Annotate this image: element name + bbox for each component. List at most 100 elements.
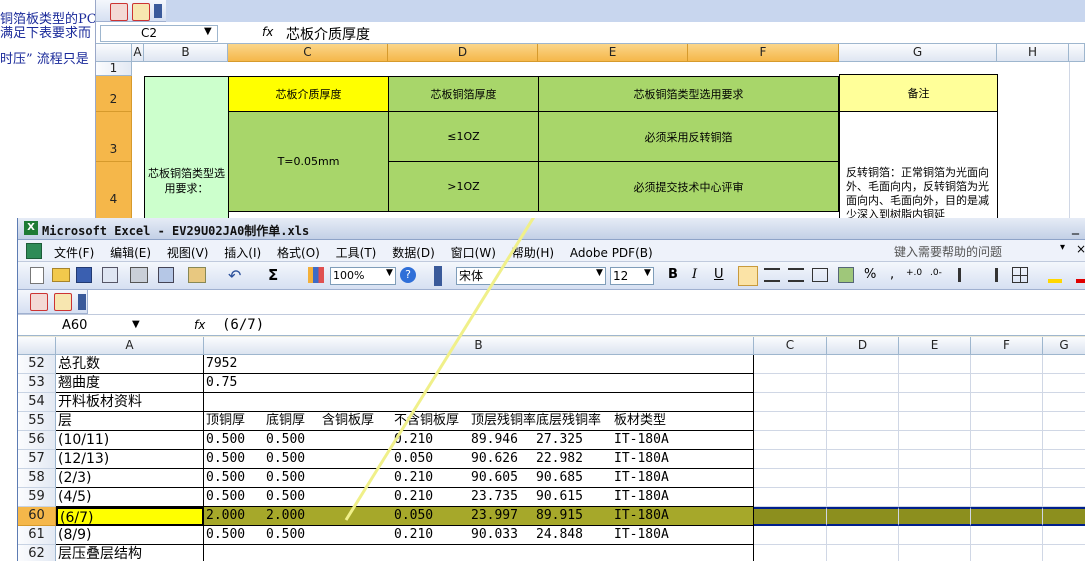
empty-cell[interactable] xyxy=(754,488,827,507)
decrease-indent-icon[interactable] xyxy=(958,268,974,282)
col-header-g[interactable]: G xyxy=(839,44,997,62)
cell-e2-header[interactable]: 芯板铜箔类型选用要求 xyxy=(538,76,839,112)
empty-cell[interactable] xyxy=(754,545,827,561)
empty-cell[interactable] xyxy=(754,393,827,412)
empty-cell[interactable] xyxy=(971,507,1043,526)
cell-d2-header[interactable]: 芯板铜箔厚度 xyxy=(388,76,539,112)
menu-view[interactable]: 视图(V) xyxy=(167,246,209,260)
toolbar-options-icon[interactable] xyxy=(154,4,162,18)
bold-button[interactable]: B xyxy=(668,267,678,282)
menu-data[interactable]: 数据(D) xyxy=(392,246,435,260)
cell-g2-note-header[interactable]: 备注 xyxy=(839,74,998,112)
font-select[interactable]: 宋体 xyxy=(456,267,606,285)
col-header-d[interactable]: D xyxy=(388,44,538,62)
font-color-icon[interactable] xyxy=(1076,267,1085,283)
cell-b[interactable]: 0.500 0.500 0.210 23.735 90.615 IT-180A xyxy=(204,488,754,507)
align-right-icon[interactable] xyxy=(788,268,804,282)
front-col-header-g[interactable]: G xyxy=(1043,337,1085,355)
increase-decimal-icon[interactable]: +.0 xyxy=(906,268,922,278)
front-name-box[interactable]: A60 xyxy=(22,318,134,334)
open-icon[interactable] xyxy=(52,268,70,282)
row-header[interactable]: 53 xyxy=(18,374,56,393)
cell-b[interactable]: 0.500 0.500 0.210 90.033 24.848 IT-180A xyxy=(204,526,754,545)
empty-cell[interactable] xyxy=(899,355,971,374)
col-header-f[interactable]: F xyxy=(688,44,839,62)
select-all-corner[interactable] xyxy=(96,44,132,62)
help-dropdown-icon[interactable]: ▾ xyxy=(1060,242,1065,253)
empty-cell[interactable] xyxy=(1043,488,1085,507)
empty-cell[interactable] xyxy=(827,450,899,469)
empty-cell[interactable] xyxy=(899,374,971,393)
row-header[interactable]: 62 xyxy=(18,545,56,561)
increase-indent-icon[interactable] xyxy=(982,268,998,282)
empty-cell[interactable] xyxy=(827,488,899,507)
empty-cell[interactable] xyxy=(971,526,1043,545)
permission-icon[interactable] xyxy=(102,267,118,283)
fill-color-icon[interactable] xyxy=(1048,267,1062,283)
empty-cell[interactable] xyxy=(754,431,827,450)
empty-cell[interactable] xyxy=(971,469,1043,488)
empty-cell[interactable] xyxy=(899,507,971,526)
cell-b[interactable]: 0.75 xyxy=(204,374,754,393)
cell-b[interactable]: 顶铜厚 底铜厚 含铜板厚 不含铜板厚 顶层残铜率 底层残铜率 板材类型 xyxy=(204,412,754,431)
empty-cell[interactable] xyxy=(971,374,1043,393)
empty-cell[interactable] xyxy=(971,412,1043,431)
cell-b[interactable]: 0.500 0.500 0.210 89.946 27.325 IT-180A xyxy=(204,431,754,450)
col-header-b[interactable]: B xyxy=(144,44,228,62)
currency-icon[interactable] xyxy=(838,267,854,283)
zoom-dropdown-icon[interactable]: ▼ xyxy=(386,268,393,278)
empty-cell[interactable] xyxy=(827,507,899,526)
empty-cell[interactable] xyxy=(754,412,827,431)
col-header-e[interactable]: E xyxy=(538,44,688,62)
new-icon[interactable] xyxy=(30,267,44,284)
help-icon[interactable]: ? xyxy=(400,267,416,283)
front-col-header-b[interactable]: B xyxy=(204,337,754,355)
menu-insert[interactable]: 插入(I) xyxy=(224,246,261,260)
pdf-convert-icon-front[interactable] xyxy=(30,293,48,311)
empty-cell[interactable] xyxy=(1043,355,1085,374)
row-header[interactable]: 55 xyxy=(18,412,56,431)
empty-cell[interactable] xyxy=(1043,450,1085,469)
menu-help[interactable]: 帮助(H) xyxy=(512,246,554,260)
row-header[interactable]: 61 xyxy=(18,526,56,545)
name-box[interactable]: C2 xyxy=(100,25,218,42)
cell-c2-header[interactable]: 芯板介质厚度 xyxy=(228,76,389,112)
col-header-h[interactable]: H xyxy=(997,44,1069,62)
empty-cell[interactable] xyxy=(899,469,971,488)
menu-file[interactable]: 文件(F) xyxy=(54,246,94,260)
cell-a[interactable]: 开料板材资料 xyxy=(56,393,204,412)
paste-icon[interactable] xyxy=(188,267,206,283)
cell-a[interactable]: (6/7) xyxy=(56,507,204,526)
pdf-convert-icon[interactable] xyxy=(110,3,128,21)
menu-tools[interactable]: 工具(T) xyxy=(336,246,377,260)
col-header-c[interactable]: C xyxy=(228,44,388,62)
align-center-icon[interactable] xyxy=(764,268,780,282)
empty-cell[interactable] xyxy=(827,374,899,393)
row-header-4[interactable]: 4 xyxy=(96,162,132,220)
front-formula-content[interactable]: (6/7) xyxy=(222,317,264,333)
cell-c3-thickness[interactable]: T=0.05mm xyxy=(228,111,389,212)
cell-g3-note[interactable]: 反转铜箔：正常铜箔为光面向外、毛面向内，反转铜箔为光面向内、毛面向外，目的是减少… xyxy=(839,111,998,220)
cell-a[interactable]: (12/13) xyxy=(56,450,204,469)
research-icon[interactable] xyxy=(158,267,174,283)
pdf-email-icon[interactable] xyxy=(132,3,150,21)
empty-cell[interactable] xyxy=(754,507,827,526)
cell-a[interactable]: (10/11) xyxy=(56,431,204,450)
cell-b[interactable]: 7952 xyxy=(204,355,754,374)
row-header[interactable]: 56 xyxy=(18,431,56,450)
align-left-icon[interactable] xyxy=(738,266,758,286)
cell-d3[interactable]: ≤1OZ xyxy=(388,111,539,162)
cell-b[interactable] xyxy=(204,545,754,561)
fx-icon[interactable]: fx xyxy=(262,25,273,39)
cell-a[interactable]: 总孔数 xyxy=(56,355,204,374)
chart-wizard-icon[interactable] xyxy=(308,267,324,283)
name-box-dropdown-icon[interactable]: ▼ xyxy=(204,26,212,37)
undo-icon[interactable]: ↶ xyxy=(228,266,241,285)
autosum-icon[interactable]: Σ xyxy=(268,266,278,284)
col-header-i[interactable] xyxy=(1069,44,1085,62)
empty-cell[interactable] xyxy=(971,393,1043,412)
italic-button[interactable]: I xyxy=(692,267,697,282)
front-col-header-f[interactable]: F xyxy=(971,337,1043,355)
menu-edit[interactable]: 编辑(E) xyxy=(110,246,151,260)
front-select-all[interactable] xyxy=(18,337,56,355)
